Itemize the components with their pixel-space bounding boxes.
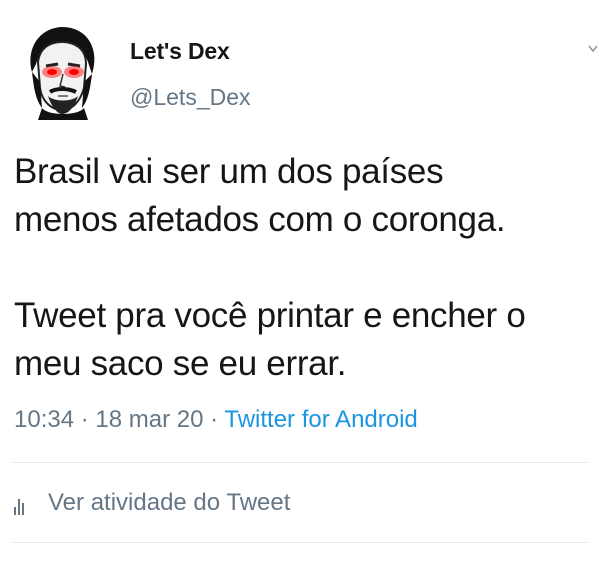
chevron-down-icon[interactable] — [586, 40, 598, 60]
tweet-date: 18 mar 20 — [95, 406, 204, 433]
tweet-activity-label: Ver atividade do Tweet — [48, 489, 291, 516]
tweet-time: 10:34 — [14, 406, 75, 433]
tweet-activity-button[interactable]: Ver atividade do Tweet — [14, 488, 290, 518]
user-handle[interactable]: @Lets_Dex — [130, 84, 251, 111]
tweet-source-link[interactable]: Twitter for Android — [224, 406, 417, 433]
meta-separator: · — [74, 406, 96, 433]
tweet-text: Brasil vai ser um dos países menos afeta… — [14, 152, 526, 383]
display-name[interactable]: Let's Dex — [130, 38, 230, 65]
divider — [12, 542, 588, 543]
analytics-bars-icon — [14, 497, 36, 515]
tweet-metadata: 10:34 · 18 mar 20 · Twitter for Android — [14, 406, 418, 434]
avatar[interactable] — [18, 22, 106, 120]
divider — [12, 462, 588, 463]
avatar-image — [30, 27, 95, 120]
tweet-card: Let's Dex @Lets_Dex Brasil vai ser um do… — [0, 0, 600, 569]
meta-separator: · — [203, 406, 225, 433]
